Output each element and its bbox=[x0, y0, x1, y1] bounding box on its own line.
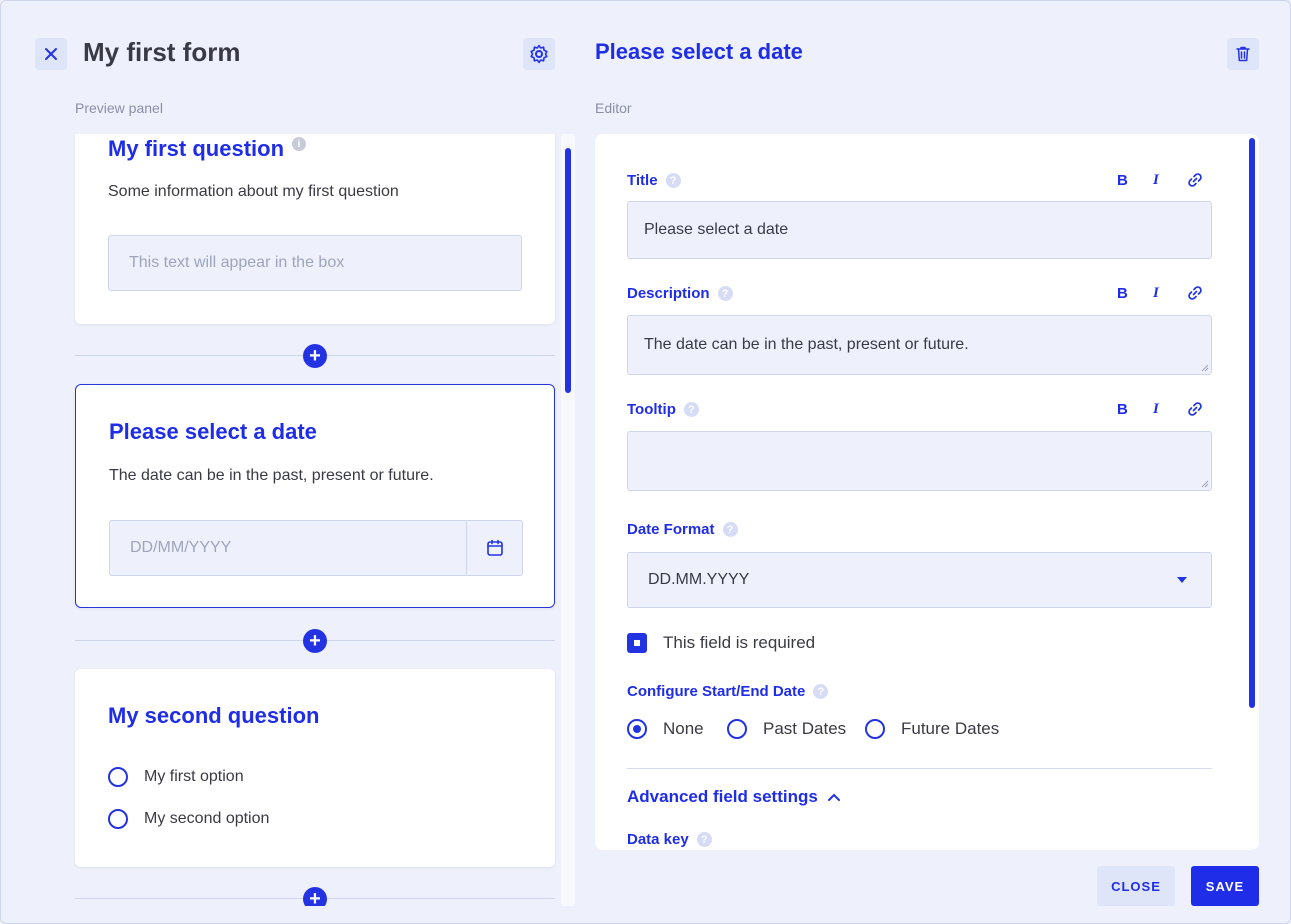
description-label: Description? bbox=[627, 285, 733, 302]
link-icon[interactable] bbox=[1187, 401, 1203, 421]
radio-option[interactable]: My first option bbox=[108, 767, 244, 787]
radio-button[interactable] bbox=[865, 719, 885, 739]
advanced-settings-toggle[interactable]: Advanced field settings bbox=[627, 787, 840, 807]
radio-past-dates[interactable]: Past Dates bbox=[727, 719, 846, 739]
trash-icon[interactable] bbox=[1227, 38, 1259, 70]
radio-future-dates[interactable]: Future Dates bbox=[865, 719, 999, 739]
info-icon[interactable]: i bbox=[292, 137, 307, 151]
modal-window: My first form Preview panel Please selec… bbox=[0, 0, 1291, 924]
start-end-label: Configure Start/End Date? bbox=[627, 683, 829, 700]
card-title: My first question bbox=[108, 136, 285, 161]
chevron-down-icon bbox=[1177, 577, 1187, 583]
bold-button[interactable]: B bbox=[1117, 401, 1128, 418]
editor-panel[interactable]: Title? B I Please select a date Descript… bbox=[595, 134, 1259, 850]
form-title: My first form bbox=[83, 37, 241, 67]
help-icon[interactable]: ? bbox=[683, 402, 699, 417]
data-key-label: Data key? bbox=[627, 831, 712, 848]
editor-heading: Please select a date bbox=[595, 39, 803, 64]
divider bbox=[627, 768, 1212, 769]
radio-none[interactable]: None bbox=[627, 719, 704, 739]
resize-handle-icon[interactable] bbox=[1201, 364, 1209, 372]
date-format-select[interactable]: DD.MM.YYYY bbox=[627, 552, 1212, 608]
link-icon[interactable] bbox=[1187, 172, 1203, 192]
required-checkbox[interactable] bbox=[627, 633, 647, 653]
required-label: This field is required bbox=[663, 633, 816, 652]
help-icon[interactable]: ? bbox=[696, 832, 712, 847]
question-card[interactable]: My first question i Some information abo… bbox=[75, 134, 555, 324]
help-icon[interactable]: ? bbox=[665, 173, 681, 188]
help-icon[interactable]: ? bbox=[717, 286, 733, 301]
radio-button[interactable] bbox=[108, 809, 128, 829]
bold-button[interactable]: B bbox=[1117, 172, 1128, 189]
gear-icon[interactable] bbox=[523, 38, 555, 70]
radio-button[interactable] bbox=[627, 719, 647, 739]
bold-button[interactable]: B bbox=[1117, 285, 1128, 302]
calendar-icon[interactable] bbox=[466, 521, 522, 575]
close-icon[interactable] bbox=[35, 38, 67, 70]
question-card[interactable]: My second question My first option My se… bbox=[75, 669, 555, 867]
option-label: My first option bbox=[144, 768, 244, 785]
editor-panel-label: Editor bbox=[595, 100, 632, 116]
help-icon[interactable]: ? bbox=[722, 522, 738, 537]
option-label: My second option bbox=[144, 810, 270, 827]
title-label: Title? bbox=[627, 172, 681, 189]
text-input-preview[interactable]: This text will appear in the box bbox=[108, 235, 522, 291]
resize-handle-icon[interactable] bbox=[1201, 480, 1209, 488]
radio-button[interactable] bbox=[727, 719, 747, 739]
radio-button[interactable] bbox=[108, 767, 128, 787]
card-title: My second question bbox=[108, 703, 320, 728]
card-title: Please select a date bbox=[109, 419, 317, 444]
link-icon[interactable] bbox=[1187, 285, 1203, 305]
add-question-button[interactable]: + bbox=[303, 629, 327, 653]
close-button[interactable]: CLOSE bbox=[1097, 866, 1175, 906]
card-description: The date can be in the past, present or … bbox=[109, 467, 434, 484]
tooltip-textarea[interactable] bbox=[627, 431, 1212, 491]
add-question-button[interactable]: + bbox=[303, 344, 327, 368]
help-icon[interactable]: ? bbox=[813, 684, 829, 699]
description-textarea[interactable]: The date can be in the past, present or … bbox=[627, 315, 1212, 375]
date-placeholder: DD/MM/YYYY bbox=[130, 539, 232, 556]
save-button[interactable]: SAVE bbox=[1191, 866, 1259, 906]
card-description: Some information about my first question bbox=[108, 183, 399, 200]
title-input[interactable]: Please select a date bbox=[627, 201, 1212, 259]
radio-option[interactable]: My second option bbox=[108, 809, 269, 829]
date-input-preview[interactable]: DD/MM/YYYY bbox=[109, 520, 523, 576]
tooltip-label: Tooltip? bbox=[627, 401, 699, 418]
question-card-selected[interactable]: Please select a date The date can be in … bbox=[75, 384, 555, 608]
date-format-label: Date Format? bbox=[627, 521, 738, 538]
italic-button[interactable]: I bbox=[1153, 285, 1159, 302]
italic-button[interactable]: I bbox=[1153, 172, 1159, 189]
italic-button[interactable]: I bbox=[1153, 401, 1159, 418]
add-question-button[interactable]: + bbox=[303, 887, 327, 906]
chevron-up-icon bbox=[827, 793, 840, 801]
preview-panel[interactable]: My first question i Some information abo… bbox=[57, 134, 575, 906]
preview-scrollbar-thumb[interactable] bbox=[565, 148, 571, 393]
editor-scrollbar-thumb[interactable] bbox=[1249, 138, 1255, 708]
preview-panel-label: Preview panel bbox=[75, 100, 163, 116]
